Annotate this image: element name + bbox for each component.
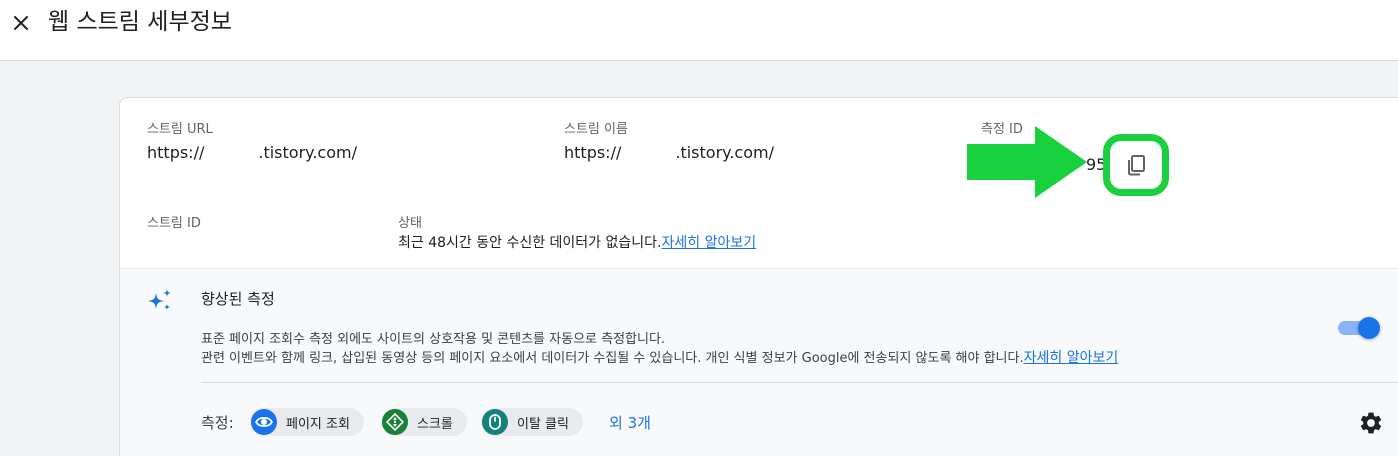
enhanced-measurement-title: 향상된 측정 xyxy=(201,290,275,308)
copy-measurement-id-button[interactable] xyxy=(1103,134,1169,196)
inner-divider xyxy=(201,382,1398,383)
mouse-icon xyxy=(482,409,508,435)
chip-label: 페이지 조회 xyxy=(286,416,350,432)
chip-page-view[interactable]: 페이지 조회 xyxy=(250,408,364,436)
enhanced-desc-line1: 표준 페이지 조회수 측정 외에도 사이트의 상호작용 및 콘텐츠를 자동으로 … xyxy=(201,332,666,347)
chip-outbound-click[interactable]: 이탈 클릭 xyxy=(481,408,583,436)
enhanced-learn-more-link[interactable]: 자세히 알아보기 xyxy=(1024,350,1119,366)
status-text: 최근 48시간 동안 수신한 데이터가 없습니다. xyxy=(398,235,662,251)
stream-url-label: 스트림 URL xyxy=(147,122,213,137)
stream-name-suffix: .tistory.com/ xyxy=(675,143,774,162)
status-label: 상태 xyxy=(398,216,422,231)
chip-label: 이탈 클릭 xyxy=(517,416,569,432)
page-title: 웹 스트림 세부정보 xyxy=(48,9,232,35)
status-learn-more-link[interactable]: 자세히 알아보기 xyxy=(661,235,756,251)
highlight-arrow-icon xyxy=(967,126,1087,198)
enhanced-desc-text: 관련 이벤트와 함께 링크, 삽입된 동영상 등의 페이지 요소에서 데이터가 … xyxy=(201,351,1024,366)
chip-label: 스크롤 xyxy=(417,416,453,432)
enhanced-measurement-toggle[interactable] xyxy=(1338,316,1382,340)
status-value: 최근 48시간 동안 수신한 데이터가 없습니다.자세히 알아보기 xyxy=(398,232,756,252)
enhanced-desc-line2: 관련 이벤트와 함께 링크, 삽입된 동영상 등의 페이지 요소에서 데이터가 … xyxy=(201,347,1118,367)
stream-name-prefix: https:// xyxy=(564,143,622,162)
stream-url-prefix: https:// xyxy=(147,143,205,162)
stream-name-label: 스트림 이름 xyxy=(564,122,628,137)
toggle-knob xyxy=(1358,317,1380,339)
eye-icon xyxy=(251,409,277,435)
stream-name-value: https:// .tistory.com/ xyxy=(564,143,774,162)
stream-url-suffix: .tistory.com/ xyxy=(258,143,357,162)
stream-url-value[interactable]: https:// .tistory.com/ xyxy=(147,143,357,162)
measuring-label: 측정: xyxy=(201,414,234,432)
more-events-link[interactable]: 외 3개 xyxy=(609,412,651,433)
sparkle-icon xyxy=(148,289,171,310)
gear-icon[interactable] xyxy=(1358,410,1384,436)
copy-icon xyxy=(1128,155,1145,176)
stream-id-label: 스트림 ID xyxy=(147,216,201,231)
scroll-icon xyxy=(382,409,408,435)
top-bar: 웹 스트림 세부정보 xyxy=(0,0,1398,61)
close-button[interactable] xyxy=(8,10,34,36)
close-icon xyxy=(14,16,28,30)
chip-scroll[interactable]: 스크롤 xyxy=(381,408,467,436)
